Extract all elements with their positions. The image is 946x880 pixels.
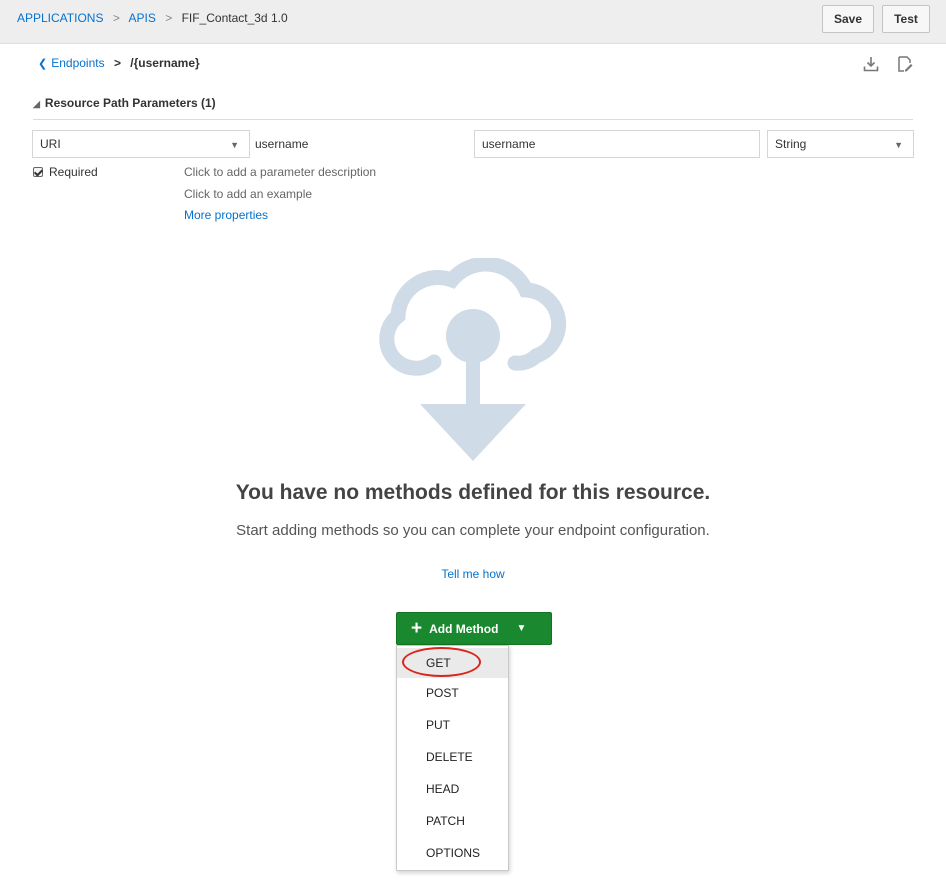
empty-state-title: You have no methods defined for this res… bbox=[235, 481, 711, 504]
menu-item-head[interactable]: HEAD bbox=[397, 774, 508, 804]
breadcrumb-separator: > bbox=[112, 11, 120, 25]
test-button[interactable]: Test bbox=[882, 5, 930, 33]
parameter-location-select[interactable]: URI ▼ bbox=[32, 130, 250, 158]
empty-state-subtitle: Start adding methods so you can complete… bbox=[236, 522, 710, 539]
cloud-download-icon bbox=[379, 258, 567, 461]
add-method-menu: GET POST PUT DELETE HEAD PATCH OPTIONS bbox=[396, 645, 509, 871]
resource-path: /{username} bbox=[130, 56, 200, 70]
menu-item-delete[interactable]: DELETE bbox=[397, 742, 508, 772]
checkbox-icon[interactable] bbox=[33, 167, 43, 177]
menu-item-options[interactable]: OPTIONS bbox=[397, 838, 508, 868]
breadcrumb-separator: > bbox=[113, 56, 121, 70]
highlight-annotation bbox=[402, 647, 481, 677]
parameter-display-name-value: username bbox=[482, 137, 536, 151]
parameter-name: username bbox=[255, 137, 309, 151]
add-method-label: Add Method bbox=[429, 621, 499, 636]
top-bar: APPLICATIONS > APIS > FIF_Contact_3d 1.0… bbox=[0, 0, 946, 44]
parameter-display-name-field[interactable]: username bbox=[474, 130, 760, 158]
endpoint-breadcrumb: ❮ Endpoints > /{username} bbox=[38, 56, 200, 70]
section-header-path-parameters[interactable]: ◢ Resource Path Parameters (1) bbox=[33, 96, 216, 110]
menu-item-patch[interactable]: PATCH bbox=[397, 806, 508, 836]
caret-down-icon: ▼ bbox=[230, 140, 239, 150]
section-title: Resource Path Parameters (1) bbox=[44, 96, 216, 110]
breadcrumb-applications[interactable]: APPLICATIONS bbox=[17, 11, 103, 25]
caret-down-icon: ▼ bbox=[894, 140, 903, 150]
parameter-type-select[interactable]: String ▼ bbox=[767, 130, 914, 158]
save-button[interactable]: Save bbox=[822, 5, 874, 33]
section-divider bbox=[33, 119, 913, 120]
parameter-location-value: URI bbox=[40, 137, 61, 151]
endpoints-link[interactable]: Endpoints bbox=[51, 56, 104, 70]
download-icon[interactable] bbox=[862, 55, 880, 73]
edit-icon[interactable] bbox=[896, 55, 914, 73]
breadcrumb-apis[interactable]: APIS bbox=[129, 11, 156, 25]
tell-me-how-link[interactable]: Tell me how bbox=[441, 567, 504, 581]
required-label: Required bbox=[49, 165, 98, 179]
menu-item-post[interactable]: POST bbox=[397, 678, 508, 708]
parameter-type-value: String bbox=[775, 137, 807, 151]
triangle-collapse-icon[interactable]: ◢ bbox=[33, 99, 40, 109]
breadcrumb-separator: > bbox=[165, 11, 173, 25]
chevron-left-icon[interactable]: ❮ bbox=[38, 58, 47, 70]
required-checkbox[interactable]: Required bbox=[33, 165, 98, 179]
breadcrumb: APPLICATIONS > APIS > FIF_Contact_3d 1.0 bbox=[17, 11, 288, 25]
more-properties-link[interactable]: More properties bbox=[184, 208, 268, 222]
add-method-button[interactable]: + Add Method ▼ bbox=[396, 612, 552, 645]
parameter-example-placeholder[interactable]: Click to add an example bbox=[184, 187, 312, 201]
plus-icon: + bbox=[411, 618, 423, 639]
breadcrumb-current-api: FIF_Contact_3d 1.0 bbox=[181, 11, 288, 25]
caret-down-icon[interactable]: ▼ bbox=[516, 623, 526, 634]
parameter-description-placeholder[interactable]: Click to add a parameter description bbox=[184, 165, 376, 179]
menu-item-put[interactable]: PUT bbox=[397, 710, 508, 740]
